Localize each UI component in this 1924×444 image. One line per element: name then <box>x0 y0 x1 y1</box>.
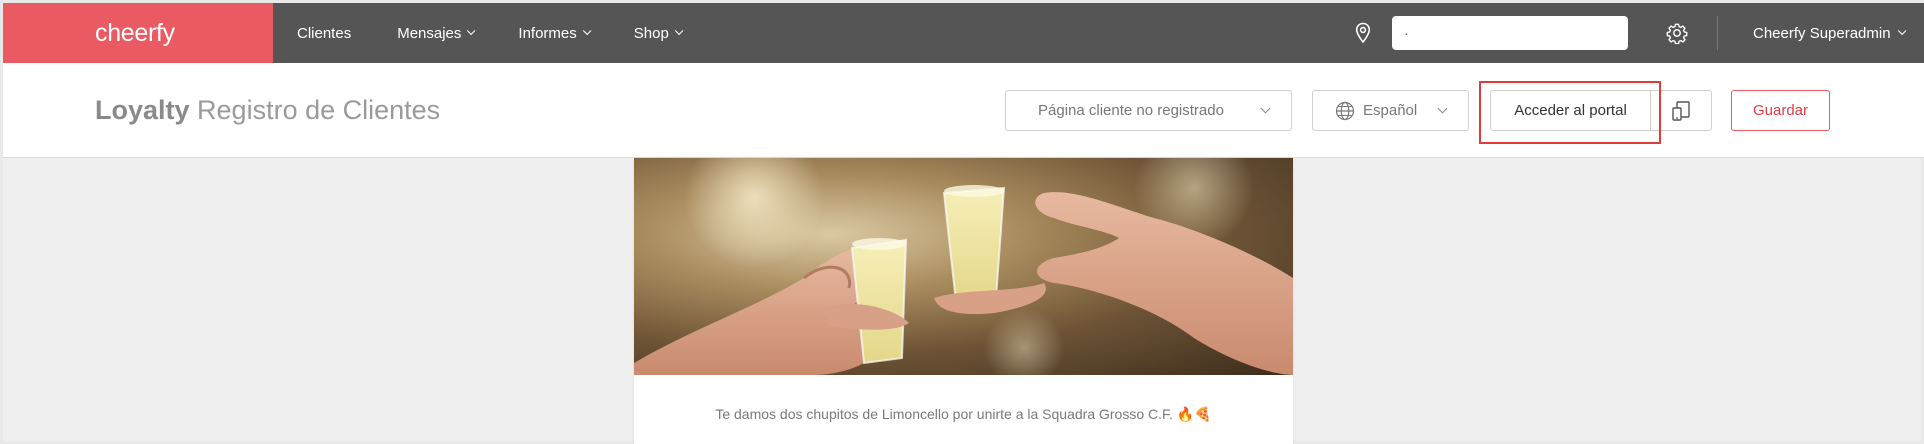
brand-logo[interactable]: cheerfy <box>3 3 273 63</box>
brand-logo-text: cheerfy <box>95 18 175 47</box>
map-pin-icon[interactable] <box>1353 22 1373 44</box>
hero-image <box>634 158 1293 375</box>
save-button-label: Guardar <box>1752 102 1809 119</box>
chevron-down-icon <box>582 26 592 36</box>
main-nav: Clientes Mensajes Informes Shop <box>297 3 726 63</box>
topbar-divider <box>1717 16 1718 50</box>
store-search-input[interactable] <box>1392 16 1628 50</box>
language-select[interactable]: Español <box>1312 90 1469 131</box>
page-title: Loyalty Registro de Clientes <box>95 95 440 126</box>
access-portal-button[interactable]: Acceder al portal <box>1491 91 1651 130</box>
user-menu[interactable]: Cheerfy Superadmin <box>1753 24 1906 42</box>
nav-item-informes[interactable]: Informes <box>518 24 592 42</box>
nav-item-shop[interactable]: Shop <box>633 24 684 42</box>
page-header: Loyalty Registro de Clientes Página clie… <box>3 63 1924 158</box>
nav-item-label: Mensajes <box>397 24 462 42</box>
nav-item-label: Informes <box>518 24 577 42</box>
topbar-right: Cheerfy Superadmin <box>1353 3 1906 63</box>
nav-item-label: Shop <box>633 24 669 42</box>
portal-preview-card: Te damos dos chupitos de Limoncello por … <box>634 158 1293 444</box>
page-title-section: Loyalty <box>95 95 190 125</box>
access-portal-label: Acceder al portal <box>1514 102 1627 119</box>
device-preview-button[interactable] <box>1651 91 1711 130</box>
chevron-down-icon <box>1897 26 1906 36</box>
user-menu-label: Cheerfy Superadmin <box>1753 24 1891 42</box>
promo-caption: Te damos dos chupitos de Limoncello por … <box>715 406 1212 422</box>
gear-icon[interactable] <box>1666 22 1688 44</box>
language-select-value: Español <box>1363 102 1418 119</box>
toast-illustration <box>634 158 1293 375</box>
portal-button-group: Acceder al portal <box>1490 90 1712 131</box>
page-type-select[interactable]: Página cliente no registrado <box>1005 90 1292 131</box>
page-type-select-value: Página cliente no registrado <box>1038 102 1224 119</box>
chevron-down-icon <box>1260 103 1271 114</box>
save-button[interactable]: Guardar <box>1731 90 1830 131</box>
nav-item-clientes[interactable]: Clientes <box>297 25 351 42</box>
chevron-down-icon <box>1437 103 1448 114</box>
nav-item-label: Clientes <box>297 24 352 42</box>
chevron-down-icon <box>674 26 684 36</box>
page-title-text: Registro de Clientes <box>197 95 441 125</box>
globe-icon <box>1335 101 1355 121</box>
devices-icon <box>1672 100 1690 121</box>
nav-item-mensajes[interactable]: Mensajes <box>397 24 476 42</box>
top-navbar: cheerfy Clientes Mensajes Informes Shop <box>3 3 1924 63</box>
chevron-down-icon <box>467 26 476 36</box>
